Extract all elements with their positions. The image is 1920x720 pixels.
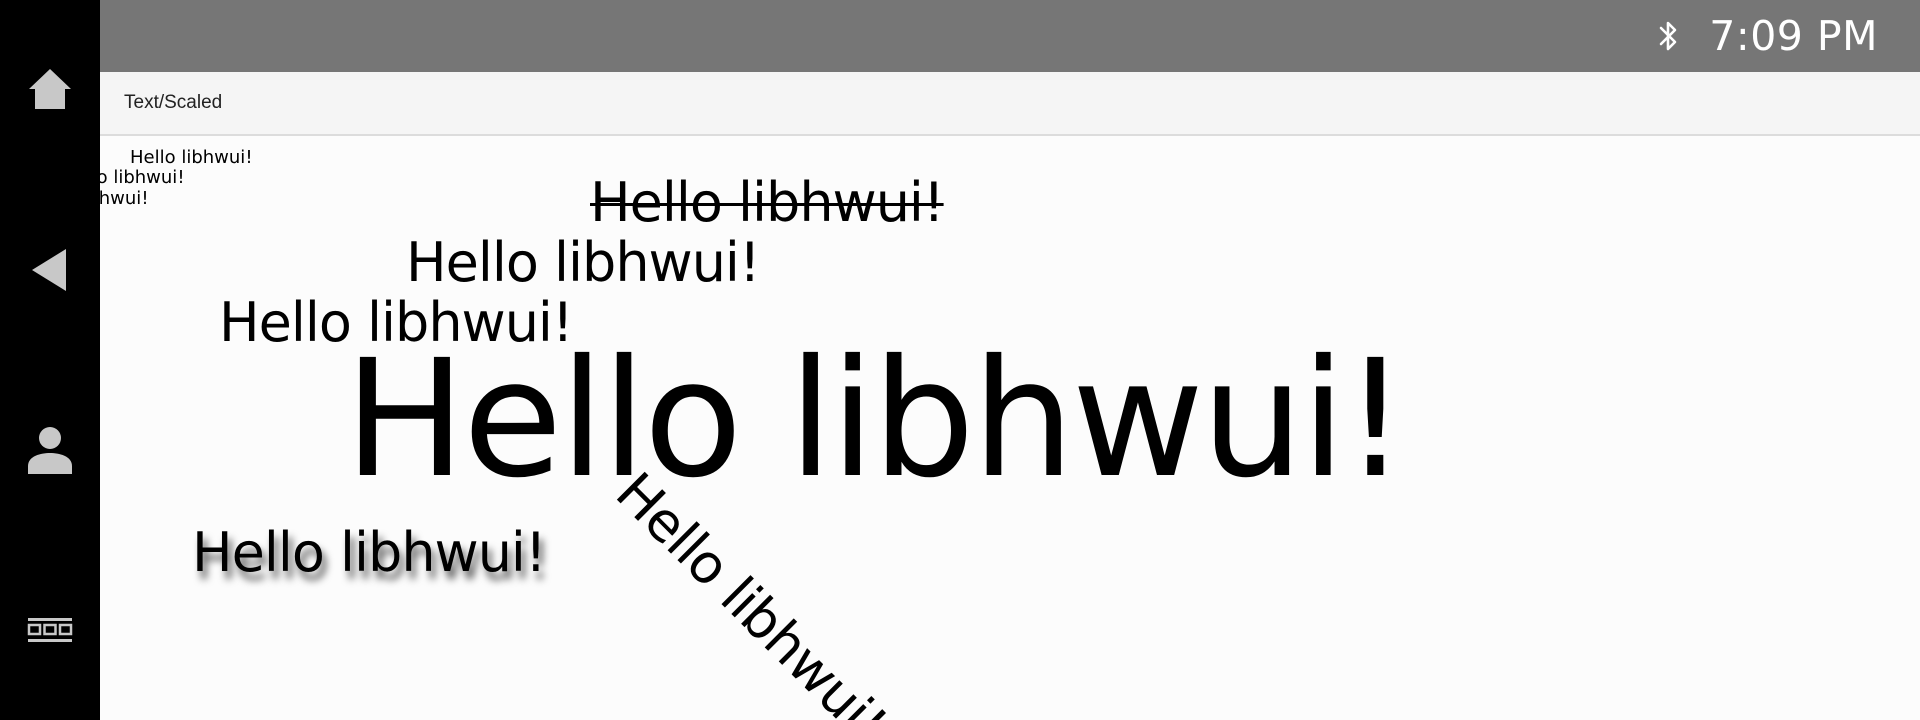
status-bar: 7:09 PM (100, 0, 1920, 72)
status-clock: 7:09 PM (1709, 12, 1878, 60)
user-button[interactable] (0, 405, 100, 495)
text-sample-strikethrough: Hello libhwui! (590, 171, 945, 234)
app-grid-icon (27, 618, 73, 642)
page-title: Text/Scaled (124, 92, 223, 113)
text-sample-shadow: Hello libhwui! (192, 521, 547, 584)
bluetooth-icon (1659, 21, 1677, 51)
user-icon (28, 427, 72, 474)
text-sample-scaled-large: Hello libhwui! (344, 326, 1408, 514)
text-canvas: Hello libhwui! Hello libhwui! Hello libh… (100, 136, 1920, 720)
text-sample-small-clipped: Hello libhwui! (100, 167, 185, 188)
home-button[interactable] (0, 44, 100, 134)
nav-rail (0, 0, 100, 720)
back-icon (32, 249, 66, 291)
title-bar: Text/Scaled (100, 72, 1920, 136)
apps-button[interactable] (0, 585, 100, 675)
text-sample-small-clipped: Hello libhwui! (100, 188, 149, 209)
home-icon (29, 69, 71, 109)
text-sample-small: Hello libhwui! (130, 147, 253, 168)
text-sample-normal: Hello libhwui! (406, 231, 761, 294)
back-button[interactable] (0, 225, 100, 315)
